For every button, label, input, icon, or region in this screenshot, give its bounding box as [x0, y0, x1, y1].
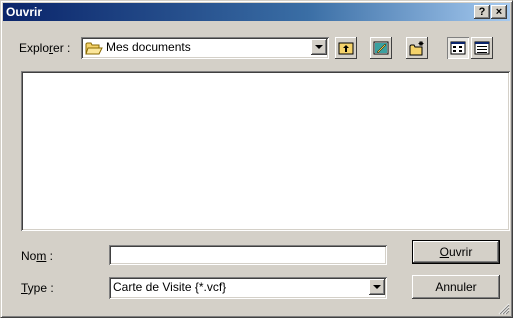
close-button[interactable]: ×	[491, 5, 507, 19]
lookin-label: Explorer :	[19, 41, 71, 55]
up-one-level-button[interactable]	[335, 37, 357, 59]
window-title: Ouvrir	[6, 5, 43, 19]
desktop-button[interactable]	[370, 37, 392, 59]
filetype-combo[interactable]: Carte de Visite {*.vcf}	[109, 277, 387, 299]
filename-label: Nom :	[21, 249, 54, 263]
filetype-dropdown-arrow[interactable]	[369, 279, 385, 295]
filetype-value: Carte de Visite {*.vcf}	[113, 280, 227, 294]
resize-grip-icon[interactable]	[498, 303, 510, 315]
filename-input[interactable]	[112, 247, 382, 262]
open-dialog: Ouvrir ? × Explorer : Mes documents Nom …	[0, 0, 513, 318]
folder-open-icon	[85, 40, 103, 59]
lookin-dropdown-arrow[interactable]	[311, 39, 327, 55]
filetype-label: Type :	[21, 281, 54, 295]
details-view-button[interactable]	[471, 37, 493, 59]
open-button[interactable]: Ouvrir	[412, 240, 500, 264]
list-view-button[interactable]	[447, 37, 469, 59]
filename-field[interactable]	[109, 245, 387, 265]
title-bar[interactable]: Ouvrir ? ×	[3, 3, 510, 21]
new-folder-button[interactable]	[406, 37, 428, 59]
lookin-value: Mes documents	[106, 40, 191, 54]
file-list[interactable]	[21, 71, 510, 231]
lookin-combo[interactable]: Mes documents	[81, 37, 329, 59]
help-button[interactable]: ?	[474, 5, 490, 19]
cancel-button[interactable]: Annuler	[412, 275, 500, 299]
